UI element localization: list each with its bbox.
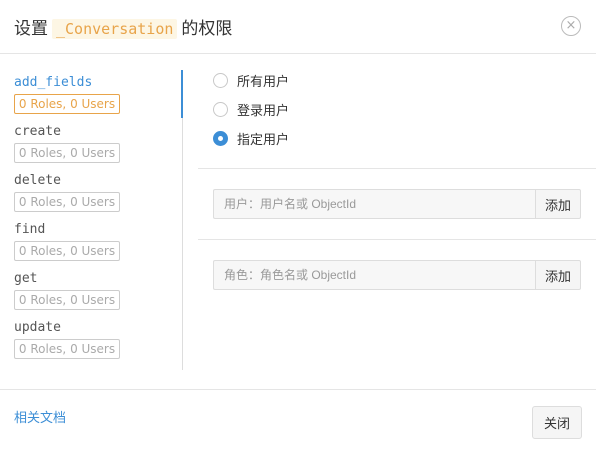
add-role-button[interactable]: 添加	[535, 260, 581, 290]
permissions-dialog: 设置 _Conversation 的权限 × add_fields 0 Roles,…	[0, 0, 596, 454]
user-field: 添加	[213, 189, 581, 219]
dialog-header: 设置 _Conversation 的权限 ×	[0, 0, 596, 54]
operation-name[interactable]: find	[14, 222, 174, 238]
role-input[interactable]	[213, 260, 535, 290]
operation-add-fields[interactable]: add_fields 0 Roles, 0 Users	[14, 75, 174, 114]
user-input[interactable]	[213, 189, 535, 219]
radio-label[interactable]: 所有用户	[237, 71, 289, 90]
operation-list: add_fields 0 Roles, 0 Users create 0 Rol…	[0, 70, 183, 370]
dialog-footer: 相关文档 关闭	[0, 389, 596, 454]
role-field: 添加	[213, 260, 581, 290]
dialog-body: add_fields 0 Roles, 0 Users create 0 Rol…	[0, 55, 596, 389]
operation-name[interactable]: create	[14, 124, 174, 140]
roles-users-badge[interactable]: 0 Roles, 0 Users	[14, 143, 120, 163]
docs-link[interactable]: 相关文档	[14, 407, 66, 426]
radio-button[interactable]	[213, 101, 228, 117]
access-panel: 所有用户 登录用户 指定用户 添加 添加	[198, 55, 596, 389]
roles-users-badge[interactable]: 0 Roles, 0 Users	[14, 192, 120, 212]
close-button[interactable]: 关闭	[532, 406, 582, 439]
radio-button[interactable]	[213, 130, 228, 146]
divider	[198, 239, 596, 240]
operation-name[interactable]: get	[14, 271, 174, 287]
roles-users-badge[interactable]: 0 Roles, 0 Users	[14, 339, 120, 359]
dialog-title: 设置 _Conversation 的权限	[14, 14, 232, 39]
title-prefix: 设置	[14, 19, 48, 39]
radio-button[interactable]	[213, 72, 228, 88]
radio-label[interactable]: 指定用户	[237, 129, 289, 148]
add-user-button[interactable]: 添加	[535, 189, 581, 219]
roles-users-badge[interactable]: 0 Roles, 0 Users	[14, 94, 120, 114]
active-indicator	[181, 70, 183, 118]
roles-users-badge[interactable]: 0 Roles, 0 Users	[14, 241, 120, 261]
close-icon[interactable]: ×	[561, 16, 581, 36]
title-suffix: 的权限	[181, 19, 233, 39]
operation-create[interactable]: create 0 Roles, 0 Users	[14, 124, 174, 163]
radio-label[interactable]: 登录用户	[237, 100, 289, 119]
divider	[198, 168, 596, 169]
roles-users-badge[interactable]: 0 Roles, 0 Users	[14, 290, 120, 310]
operation-name[interactable]: delete	[14, 173, 174, 189]
radio-specified-users[interactable]: 指定用户	[213, 128, 289, 148]
operation-get[interactable]: get 0 Roles, 0 Users	[14, 271, 174, 310]
operation-delete[interactable]: delete 0 Roles, 0 Users	[14, 173, 174, 212]
class-name: _Conversation	[52, 19, 178, 39]
operation-update[interactable]: update 0 Roles, 0 Users	[14, 320, 174, 359]
operation-name[interactable]: add_fields	[14, 75, 174, 91]
radio-logged-in-users[interactable]: 登录用户	[213, 99, 289, 119]
operation-name[interactable]: update	[14, 320, 174, 336]
radio-all-users[interactable]: 所有用户	[213, 70, 289, 90]
operation-find[interactable]: find 0 Roles, 0 Users	[14, 222, 174, 261]
